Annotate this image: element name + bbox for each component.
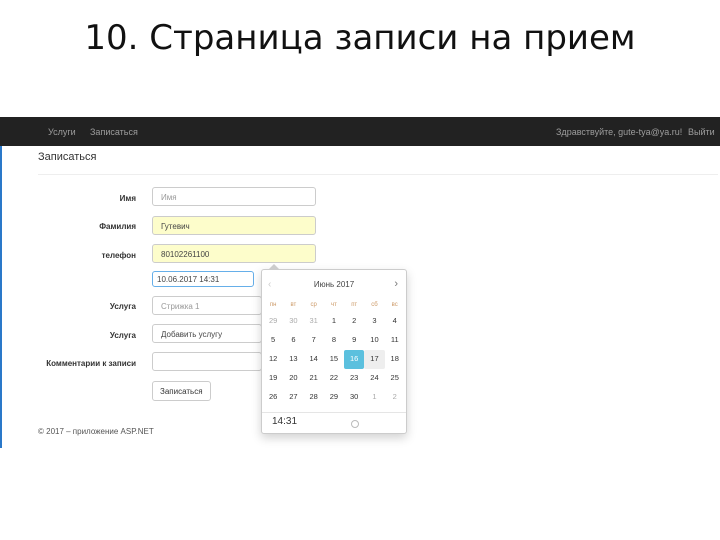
weekday-label: пн bbox=[269, 302, 277, 308]
comment-field[interactable] bbox=[152, 352, 262, 371]
calendar-day[interactable]: 3 bbox=[364, 312, 384, 331]
calendar-day[interactable]: 19 bbox=[263, 369, 283, 388]
weekday-label: ср bbox=[310, 302, 317, 308]
calendar-day[interactable]: 30 bbox=[283, 312, 303, 331]
service-label-2: Услуга bbox=[109, 331, 136, 340]
calendar-day[interactable]: 12 bbox=[263, 350, 283, 369]
service-label: Услуга bbox=[109, 302, 136, 311]
nav-link-account[interactable]: Здравствуйте, gute-tya@ya.ru! bbox=[556, 127, 682, 137]
calendar-day[interactable]: 18 bbox=[385, 350, 405, 369]
datepicker-caret bbox=[268, 264, 280, 270]
calendar-day[interactable]: 23 bbox=[344, 369, 364, 388]
calendar-day[interactable]: 9 bbox=[344, 331, 364, 350]
service-select[interactable]: Стрижка 1 bbox=[152, 296, 262, 315]
slide-title: 10. Страница записи на прием bbox=[84, 18, 636, 58]
calendar-day[interactable]: 7 bbox=[304, 331, 324, 350]
calendar-day[interactable]: 28 bbox=[304, 388, 324, 407]
datepicker-time[interactable]: 14:31 bbox=[272, 416, 297, 427]
datepicker-week-row: 12 13 14 15 16 17 18 bbox=[263, 350, 405, 369]
calendar-day[interactable]: 1 bbox=[364, 388, 384, 407]
datepicker-week-row: 26 27 28 29 30 1 2 bbox=[263, 388, 405, 407]
name-field[interactable]: Имя bbox=[152, 187, 316, 206]
next-month-icon[interactable]: › bbox=[394, 278, 398, 290]
datepicker-calendar: пн вт ср чт пт сб вс 29 30 31 1 2 3 4 5 6 7 8 9 10 11 12 13 14 1… bbox=[263, 300, 405, 407]
calendar-day[interactable]: 10 bbox=[364, 331, 384, 350]
weekday-label: чт bbox=[330, 302, 337, 308]
divider bbox=[38, 174, 718, 175]
app-screenshot: Услуги Записаться Здравствуйте, gute-tya… bbox=[0, 117, 720, 448]
weekday-label: вс bbox=[391, 302, 398, 308]
footer: © 2017 – приложение ASP.NET bbox=[38, 427, 154, 436]
calendar-day[interactable]: 4 bbox=[385, 312, 405, 331]
phone-field[interactable]: 80102261100 bbox=[152, 244, 316, 263]
add-service-select[interactable]: Добавить услугу bbox=[152, 324, 262, 343]
calendar-day[interactable]: 29 bbox=[263, 312, 283, 331]
calendar-day[interactable]: 8 bbox=[324, 331, 344, 350]
calendar-day[interactable]: 2 bbox=[344, 312, 364, 331]
calendar-day[interactable]: 15 bbox=[324, 350, 344, 369]
phone-label: телефон bbox=[101, 251, 136, 260]
weekday-label: вт bbox=[290, 302, 297, 308]
datepicker-header: ‹ Июнь 2017 › bbox=[262, 278, 406, 293]
calendar-day[interactable]: 11 bbox=[385, 331, 405, 350]
calendar-day[interactable]: 6 bbox=[283, 331, 303, 350]
datepicker-month-title[interactable]: Июнь 2017 bbox=[262, 280, 406, 289]
datepicker-popup: ‹ Июнь 2017 › пн вт ср чт пт сб вс 29 30 31 1 2 3 4 5 6… bbox=[261, 264, 407, 434]
calendar-day[interactable]: 20 bbox=[283, 369, 303, 388]
navbar: Услуги Записаться Здравствуйте, gute-tya… bbox=[0, 117, 720, 146]
surname-field[interactable]: Гутевич bbox=[152, 216, 316, 235]
calendar-day[interactable]: 1 bbox=[324, 312, 344, 331]
datetime-field[interactable]: 10.06.2017 14:31 bbox=[152, 271, 254, 287]
surname-label: Фамилия bbox=[99, 222, 136, 231]
nav-link-logout[interactable]: Выйти bbox=[688, 127, 715, 137]
calendar-day[interactable]: 26 bbox=[263, 388, 283, 407]
datepicker-weekday-row: пн вт ср чт пт сб вс bbox=[263, 300, 405, 312]
calendar-day[interactable]: 14 bbox=[304, 350, 324, 369]
calendar-day[interactable]: 31 bbox=[304, 312, 324, 331]
datepicker-week-row: 5 6 7 8 9 10 11 bbox=[263, 331, 405, 350]
calendar-day[interactable]: 25 bbox=[385, 369, 405, 388]
nav-link-services[interactable]: Услуги bbox=[48, 127, 76, 137]
calendar-day[interactable]: 13 bbox=[283, 350, 303, 369]
datepicker-week-row: 19 20 21 22 23 24 25 bbox=[263, 369, 405, 388]
weekday-label: сб bbox=[371, 302, 378, 308]
calendar-day[interactable]: 16 bbox=[344, 350, 365, 369]
calendar-day[interactable]: 5 bbox=[263, 331, 283, 350]
comment-label: Комментарии к записи bbox=[46, 359, 136, 368]
calendar-day[interactable]: 22 bbox=[324, 369, 344, 388]
calendar-day[interactable]: 27 bbox=[283, 388, 303, 407]
page-title: Записаться bbox=[38, 151, 97, 163]
clock-icon[interactable] bbox=[351, 420, 359, 428]
datepicker-divider bbox=[262, 412, 406, 413]
calendar-day[interactable]: 29 bbox=[324, 388, 344, 407]
weekday-label: пт bbox=[351, 302, 358, 308]
calendar-day[interactable]: 2 bbox=[385, 388, 405, 407]
calendar-day[interactable]: 24 bbox=[364, 369, 384, 388]
calendar-day[interactable]: 17 bbox=[364, 350, 385, 369]
datepicker-week-row: 29 30 31 1 2 3 4 bbox=[263, 312, 405, 331]
name-label: Имя bbox=[119, 194, 136, 203]
calendar-day[interactable]: 30 bbox=[344, 388, 364, 407]
calendar-day[interactable]: 21 bbox=[304, 369, 324, 388]
submit-button[interactable]: Записаться bbox=[152, 381, 211, 401]
nav-link-signup[interactable]: Записаться bbox=[90, 127, 138, 137]
window-border bbox=[0, 117, 2, 448]
